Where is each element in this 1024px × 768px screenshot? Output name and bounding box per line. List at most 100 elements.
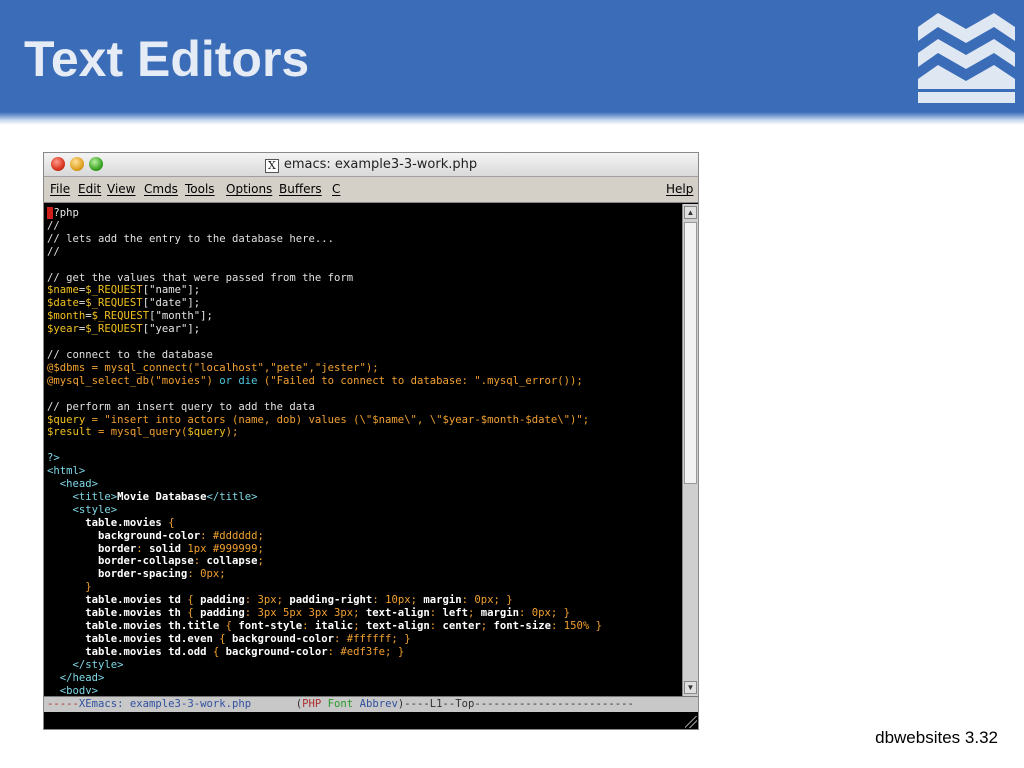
code-line: </style>	[47, 658, 124, 671]
code-token: $month	[47, 310, 86, 323]
code-token: ("Failed to connect to database: ".mysql…	[257, 374, 583, 387]
code-token: ["year"];	[142, 323, 201, 336]
mode-line-major-mode[interactable]: PHP	[302, 698, 321, 710]
code-token: : 3px 5px 3px 3px;	[244, 607, 366, 620]
window-titlebar[interactable]: Xemacs: example3-3-work.php	[44, 153, 698, 177]
code-token: @mysql_select_db("movies")	[47, 374, 220, 387]
code-token: background-color	[47, 529, 201, 542]
code-token: $date	[47, 297, 79, 310]
menu-bar: File Edit View Cmds Tools Options Buffer…	[44, 177, 698, 203]
code-token: {	[219, 620, 239, 632]
x11-icon: X	[264, 159, 279, 173]
code-token: background-color	[225, 645, 328, 658]
code-token: : #ffffff; }	[334, 632, 411, 645]
code-token: font-style	[238, 620, 303, 632]
mode-line-font-lock[interactable]: Font	[321, 698, 354, 710]
code-token: font-size	[493, 620, 551, 632]
code-token: :	[187, 568, 201, 581]
code-token: or die	[219, 374, 258, 387]
code-token: $query	[187, 426, 226, 439]
code-token: 0px	[200, 568, 220, 581]
code-token: ;	[219, 568, 226, 581]
code-token: background-color	[231, 632, 335, 645]
code-line: <body>	[47, 684, 99, 694]
code-line: ?>	[47, 452, 60, 465]
code-token: ["date"];	[142, 297, 201, 310]
code-token: {	[180, 594, 201, 607]
code-line: }	[47, 581, 92, 594]
code-token: padding-right	[289, 594, 373, 607]
code-token: table.movies td.even	[47, 632, 213, 645]
code-token: text-align	[365, 607, 430, 620]
code-line: //	[47, 245, 60, 258]
waves-logo-icon	[916, 7, 1017, 105]
code-line: <head>	[47, 478, 99, 491]
code-token: :	[136, 542, 150, 555]
code-token: italic	[314, 620, 354, 632]
mode-line-buffer-name[interactable]: XEmacs: example3-3-work.php	[79, 698, 251, 710]
code-token: : 150% }	[550, 620, 602, 632]
code-token: {	[180, 607, 201, 620]
code-token: = mysql_connect("localhost","pete","jest…	[85, 361, 379, 374]
code-token: border-collapse	[47, 555, 194, 568]
code-token: #999999;	[206, 542, 264, 555]
scroll-up-arrow-icon[interactable]: ▲	[684, 206, 697, 219]
code-token: :	[429, 607, 443, 620]
code-token: 1px	[180, 542, 207, 555]
menu-tools[interactable]: Tools	[185, 182, 215, 196]
slide-title: Text Editors	[24, 31, 310, 87]
code-token: center	[442, 620, 481, 632]
code-token: );	[225, 426, 239, 439]
code-token: {	[212, 632, 232, 645]
code-token: :	[302, 620, 315, 632]
menu-edit[interactable]: Edit	[78, 182, 101, 196]
code-token: padding	[200, 594, 245, 607]
code-editor[interactable]: <?php // // lets add the entry to the da…	[44, 204, 682, 694]
scroll-down-arrow-icon[interactable]: ▼	[684, 681, 697, 694]
menu-view[interactable]: View	[107, 182, 135, 196]
code-token: table.movies th.title	[47, 620, 220, 632]
code-token: = mysql_query(	[91, 426, 188, 439]
code-token: left	[442, 607, 468, 620]
resize-grip-icon[interactable]	[685, 716, 697, 728]
code-token: table.movies td	[47, 594, 181, 607]
code-token: : 0px; }	[519, 607, 571, 620]
code-line: </head>	[47, 671, 105, 684]
vertical-scrollbar[interactable]: ▲ ▼	[682, 204, 698, 696]
mode-line-dashes: -----	[47, 698, 79, 710]
scrollbar-thumb[interactable]	[684, 222, 697, 484]
menu-buffers[interactable]: Buffers	[279, 182, 322, 196]
code-token: :	[429, 620, 443, 632]
code-token: </title>	[206, 490, 258, 503]
emacs-window: Xemacs: example3-3-work.php File Edit Vi…	[43, 152, 699, 730]
window-title: Xemacs: example3-3-work.php	[44, 157, 698, 173]
code-token: :	[193, 555, 207, 568]
mode-line-gap	[251, 698, 296, 710]
code-line: <html>	[47, 465, 86, 478]
code-line: //	[47, 219, 60, 232]
code-line: // lets add the entry to the database he…	[47, 232, 335, 245]
menu-options[interactable]: Options	[226, 182, 272, 196]
code-token: {	[206, 645, 226, 658]
code-token: ["month"];	[149, 310, 213, 323]
code-token: ["name"];	[142, 284, 201, 297]
code-token: table.movies	[47, 516, 162, 529]
code-token: margin	[423, 594, 462, 607]
code-token: table.movies th	[47, 607, 181, 620]
code-token: : 0px; }	[461, 594, 513, 607]
code-line: <style>	[47, 503, 118, 516]
code-token: $_REQUEST	[85, 323, 143, 336]
code-line: // get the values that were passed from …	[47, 271, 354, 284]
code-token: @$dbms	[47, 361, 86, 374]
code-token: solid	[149, 542, 181, 555]
code-token: <title>	[47, 490, 118, 503]
menu-c[interactable]: C	[332, 182, 340, 196]
minibuffer[interactable]	[44, 713, 698, 729]
code-token: collapse	[206, 555, 258, 568]
code-token: $_REQUEST	[85, 284, 143, 297]
menu-help[interactable]: Help	[666, 182, 693, 196]
menu-cmds[interactable]: Cmds	[144, 182, 178, 196]
mode-line-abbrev[interactable]: Abbrev	[353, 698, 398, 710]
code-token: $name	[47, 284, 79, 297]
menu-file[interactable]: File	[50, 182, 70, 196]
